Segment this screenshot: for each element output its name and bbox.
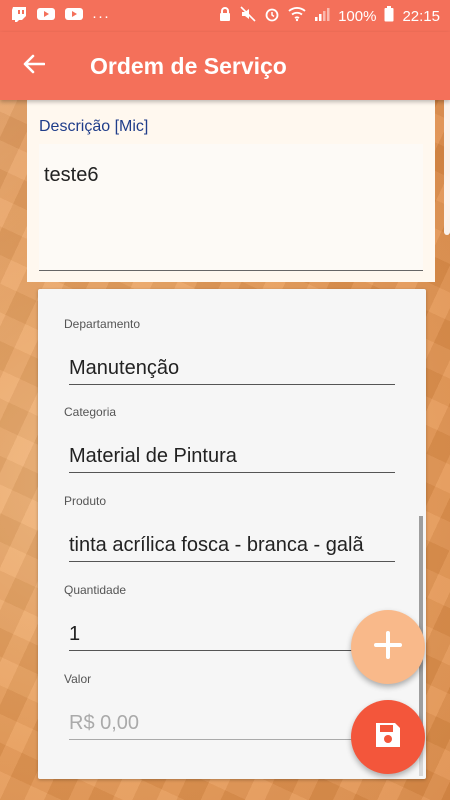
lock-icon xyxy=(218,6,232,26)
alarm-icon xyxy=(264,6,280,26)
status-bar-right: 100% 22:15 xyxy=(218,6,440,26)
description-value: teste6 xyxy=(44,164,99,186)
save-icon xyxy=(373,720,403,755)
product-field[interactable]: tinta acrílica fosca - branca - galã xyxy=(69,526,395,562)
price-field[interactable]: R$ 0,00 xyxy=(69,704,395,740)
category-label: Categoria xyxy=(64,405,117,419)
clock: 22:15 xyxy=(402,7,440,25)
department-field[interactable]: Manutenção xyxy=(69,349,395,385)
mute-icon xyxy=(240,6,256,26)
add-item-button[interactable] xyxy=(351,610,425,684)
category-field[interactable]: Material de Pintura xyxy=(69,437,395,473)
status-bar-left: ··· xyxy=(10,5,110,27)
arrow-left-icon xyxy=(23,54,46,79)
status-bar: ··· 100% 22:15 xyxy=(0,0,450,32)
more-notifications-icon: ··· xyxy=(92,7,110,25)
twitch-icon xyxy=(10,5,28,27)
department-label: Departamento xyxy=(64,317,141,331)
youtube-icon-2 xyxy=(64,6,84,26)
price-label: Valor xyxy=(64,672,92,686)
description-label: Descrição [Mic] xyxy=(39,118,149,135)
signal-icon xyxy=(314,6,330,26)
quantity-field[interactable]: 1 xyxy=(69,615,395,651)
quantity-label: Quantidade xyxy=(64,583,127,597)
product-label: Produto xyxy=(64,494,107,508)
description-card: Descrição [Mic] teste6 xyxy=(27,100,435,282)
battery-icon xyxy=(384,6,394,26)
back-button[interactable] xyxy=(0,32,68,100)
youtube-icon xyxy=(36,6,56,26)
page-title: Ordem de Serviço xyxy=(90,52,287,79)
app-bar: Ordem de Serviço xyxy=(0,32,450,100)
wifi-icon xyxy=(288,6,306,26)
battery-percent: 100% xyxy=(338,7,377,25)
save-button[interactable] xyxy=(351,700,425,774)
description-field[interactable]: teste6 xyxy=(39,144,423,271)
plus-icon xyxy=(373,630,403,665)
page-scrollbar[interactable] xyxy=(444,90,450,235)
